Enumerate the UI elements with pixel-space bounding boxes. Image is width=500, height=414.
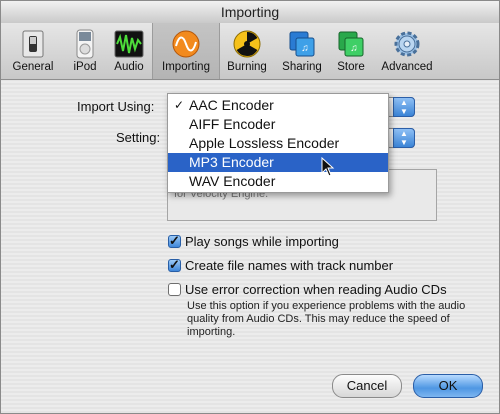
menu-item-aac[interactable]: ✓ AAC Encoder (168, 96, 388, 115)
create-names-checkbox[interactable] (168, 257, 181, 273)
preferences-toolbar: General iPod Audio Importing Burning ♫ S… (1, 23, 499, 80)
svg-text:♫: ♫ (301, 43, 309, 54)
encoder-dropdown-menu: ✓ AAC Encoder AIFF Encoder Apple Lossles… (167, 93, 389, 193)
gear-icon (394, 31, 420, 57)
tab-general[interactable]: General (7, 25, 59, 77)
menu-item-apple-lossless[interactable]: Apple Lossless Encoder (168, 134, 388, 153)
waveform-icon (114, 30, 144, 58)
preferences-window: Importing General iPod Audio Importing B… (0, 0, 500, 414)
tab-ipod[interactable]: iPod (67, 25, 103, 77)
tab-advanced[interactable]: Advanced (377, 25, 437, 77)
setting-label: Setting: (116, 130, 161, 145)
sharing-icon: ♫ (289, 31, 315, 57)
switch-icon (22, 30, 44, 58)
error-correction-checkbox[interactable] (168, 283, 181, 296)
importing-icon (172, 30, 200, 58)
tab-sharing[interactable]: ♫ Sharing (278, 25, 326, 77)
menu-item-mp3[interactable]: MP3 Encoder (168, 153, 388, 172)
ok-button[interactable]: OK (413, 374, 483, 398)
popup-arrows-icon: ▲ ▼ (393, 97, 415, 117)
error-correction-label: Use error correction when reading Audio … (185, 282, 447, 297)
tab-store[interactable]: ♫ Store (331, 25, 371, 77)
checkmark-icon: ✓ (174, 98, 185, 112)
radiation-icon (233, 30, 261, 58)
svg-text:♫: ♫ (350, 43, 358, 54)
tab-importing[interactable]: Importing (152, 23, 220, 79)
mouse-pointer-icon (321, 157, 335, 177)
popup-arrows-icon: ▲ ▼ (393, 128, 415, 148)
menu-item-aiff[interactable]: AIFF Encoder (168, 115, 388, 134)
create-names-label: Create file names with track number (185, 258, 394, 273)
ipod-icon (76, 29, 94, 59)
tab-audio[interactable]: Audio (107, 25, 151, 77)
error-correction-help: Use this option if you experience proble… (187, 300, 466, 338)
menu-item-wav[interactable]: WAV Encoder (168, 172, 388, 191)
play-songs-checkbox[interactable] (168, 233, 181, 249)
play-songs-label: Play songs while importing (185, 234, 339, 249)
store-icon: ♫ (338, 31, 364, 57)
import-using-label: Import Using: (77, 99, 155, 114)
window-title: Importing (1, 1, 499, 24)
cancel-button[interactable]: Cancel (332, 374, 402, 398)
tab-burning[interactable]: Burning (221, 25, 273, 77)
